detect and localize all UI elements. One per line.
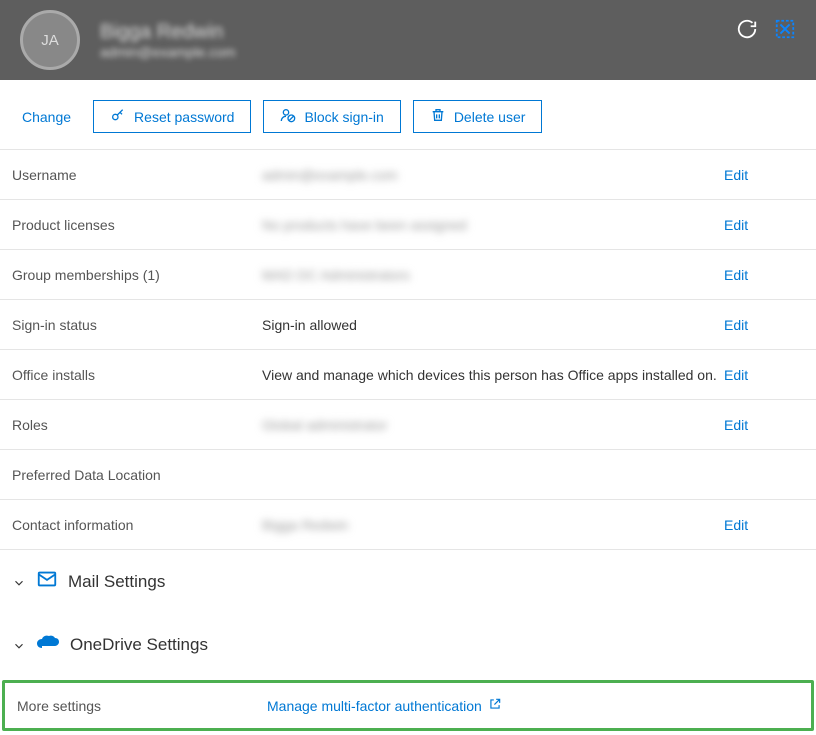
- row-preferred: Preferred Data Location: [0, 450, 816, 500]
- value-licenses: No products have been assigned: [262, 217, 724, 233]
- avatar: JA: [20, 10, 80, 70]
- onedrive-settings-section[interactable]: OneDrive Settings: [0, 613, 816, 676]
- mail-settings-label: Mail Settings: [68, 572, 165, 592]
- block-user-icon: [280, 107, 296, 126]
- onedrive-icon: [36, 631, 60, 658]
- label-licenses: Product licenses: [12, 217, 262, 233]
- row-groups: Group memberships (1) MAD DC Administrat…: [0, 250, 816, 300]
- block-signin-button[interactable]: Block sign-in: [263, 100, 400, 133]
- reset-password-button[interactable]: Reset password: [93, 100, 251, 133]
- label-groups: Group memberships (1): [12, 267, 262, 283]
- external-link-icon: [488, 697, 502, 714]
- edit-username[interactable]: Edit: [724, 167, 804, 183]
- delete-user-button[interactable]: Delete user: [413, 100, 543, 133]
- block-signin-label: Block sign-in: [304, 109, 383, 125]
- change-photo-link[interactable]: Change: [12, 109, 81, 125]
- row-username: Username admin@example.com Edit: [0, 150, 816, 200]
- trash-icon: [430, 107, 446, 126]
- value-roles: Global administrator: [262, 417, 724, 433]
- reset-password-label: Reset password: [134, 109, 234, 125]
- edit-office[interactable]: Edit: [724, 367, 804, 383]
- value-office: View and manage which devices this perso…: [262, 367, 724, 383]
- row-signin: Sign-in status Sign-in allowed Edit: [0, 300, 816, 350]
- chevron-down-icon: [12, 638, 26, 652]
- avatar-initials: JA: [41, 32, 59, 49]
- label-username: Username: [12, 167, 262, 183]
- value-username: admin@example.com: [262, 167, 724, 183]
- onedrive-settings-label: OneDrive Settings: [70, 635, 208, 655]
- user-display-name: Bigga Redwin: [100, 21, 236, 44]
- mail-settings-section[interactable]: Mail Settings: [0, 550, 816, 613]
- user-email: admin@example.com: [100, 44, 236, 60]
- edit-groups[interactable]: Edit: [724, 267, 804, 283]
- key-icon: [110, 107, 126, 126]
- delete-user-label: Delete user: [454, 109, 526, 125]
- label-preferred: Preferred Data Location: [12, 467, 262, 483]
- close-icon[interactable]: [774, 18, 796, 40]
- row-office: Office installs View and manage which de…: [0, 350, 816, 400]
- value-signin: Sign-in allowed: [262, 317, 724, 333]
- edit-contact[interactable]: Edit: [724, 517, 804, 533]
- row-roles: Roles Global administrator Edit: [0, 400, 816, 450]
- label-roles: Roles: [12, 417, 262, 433]
- edit-signin[interactable]: Edit: [724, 317, 804, 333]
- label-contact: Contact information: [12, 517, 262, 533]
- value-contact: Bigga Redwin: [262, 517, 724, 533]
- manage-mfa-text: Manage multi-factor authentication: [267, 698, 482, 714]
- chevron-down-icon: [12, 575, 26, 589]
- toolbar: Change Reset password Block sign-in Dele…: [0, 80, 816, 150]
- label-office: Office installs: [12, 367, 262, 383]
- mail-icon: [36, 568, 58, 595]
- user-header: JA Bigga Redwin admin@example.com: [0, 0, 816, 80]
- refresh-icon[interactable]: [736, 18, 758, 40]
- label-signin: Sign-in status: [12, 317, 262, 333]
- row-licenses: Product licenses No products have been a…: [0, 200, 816, 250]
- edit-roles[interactable]: Edit: [724, 417, 804, 433]
- value-groups: MAD DC Administrators: [262, 267, 724, 283]
- user-info: Bigga Redwin admin@example.com: [100, 21, 236, 60]
- manage-mfa-link[interactable]: Manage multi-factor authentication: [267, 697, 502, 714]
- row-contact: Contact information Bigga Redwin Edit: [0, 500, 816, 550]
- more-settings-row: More settings Manage multi-factor authen…: [2, 680, 814, 731]
- edit-licenses[interactable]: Edit: [724, 217, 804, 233]
- more-settings-label: More settings: [17, 698, 267, 714]
